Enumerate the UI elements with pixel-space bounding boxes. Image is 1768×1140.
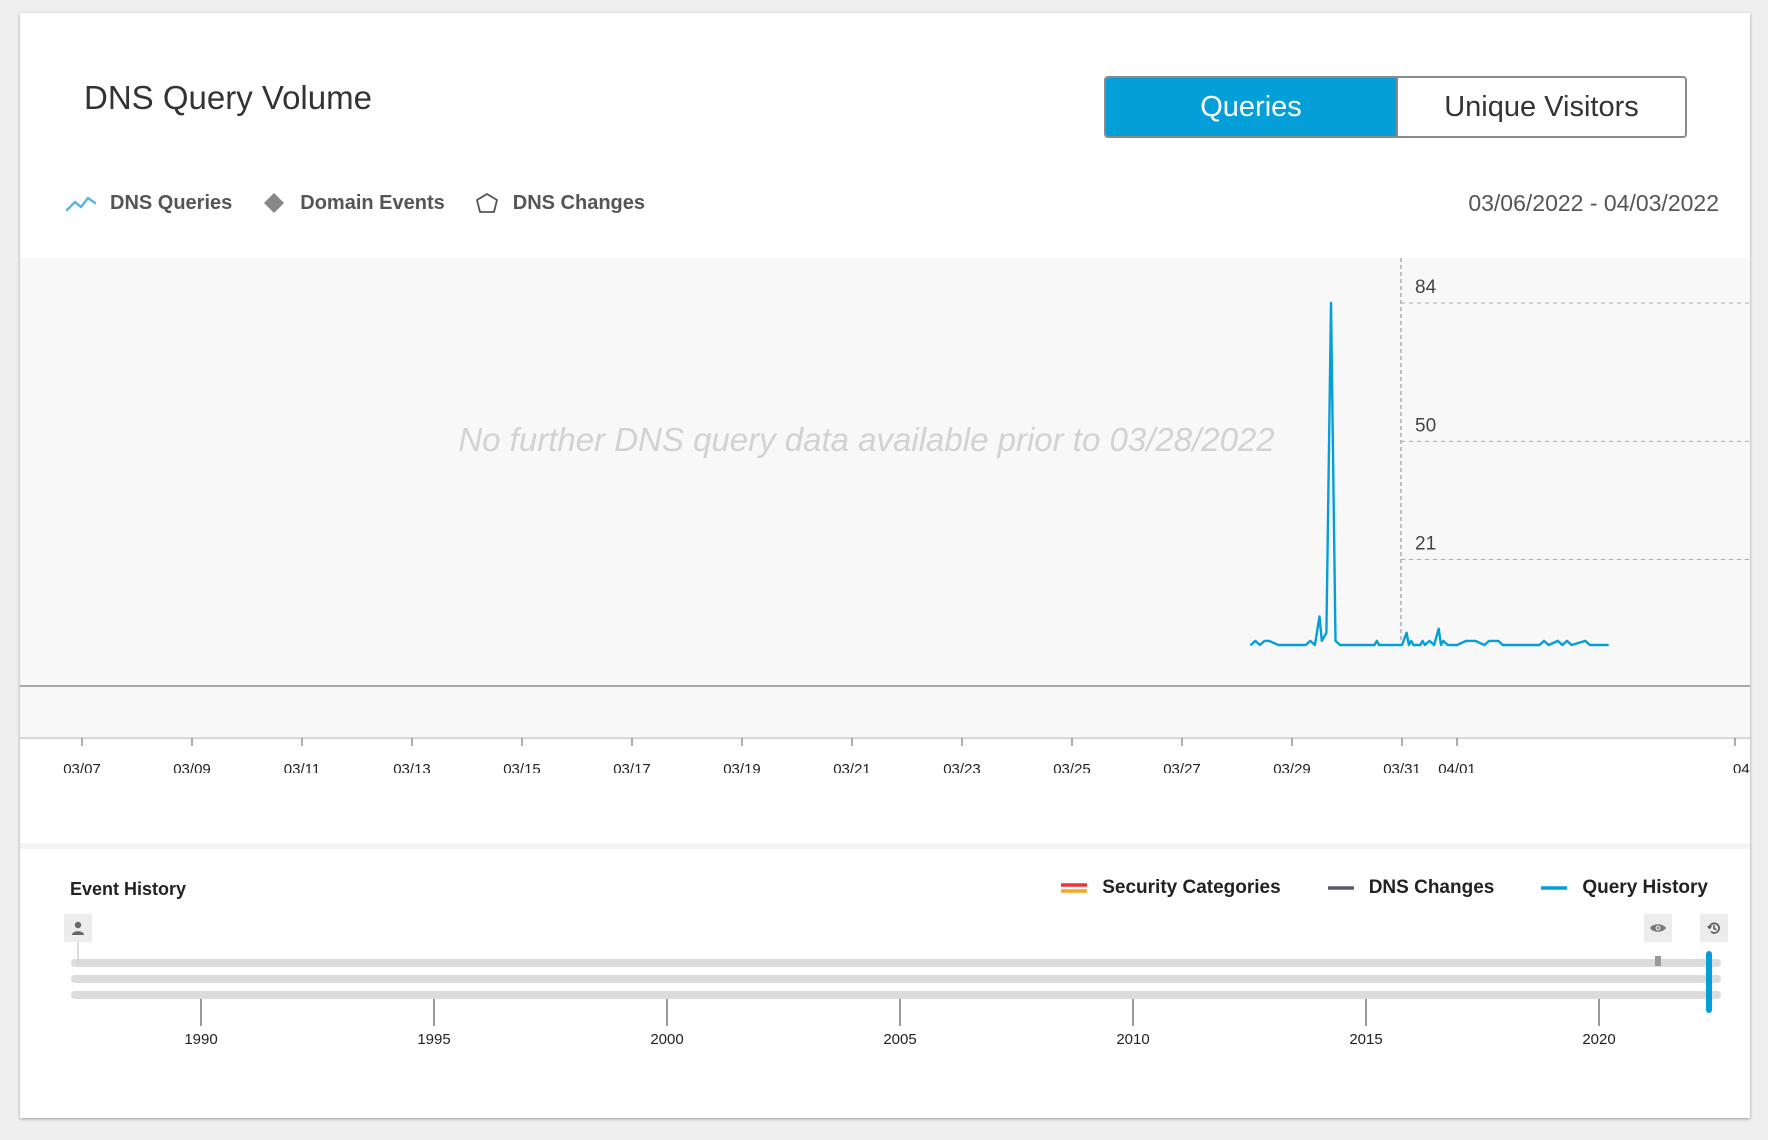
year-tick-label: 2000	[650, 1031, 683, 1048]
year-tick-label: 2020	[1582, 1031, 1615, 1048]
year-tick-label: 2015	[1349, 1031, 1382, 1048]
year-tick-label: 1990	[184, 1031, 217, 1048]
year-tick-label: 1995	[417, 1031, 450, 1048]
year-tick-label: 2010	[1116, 1031, 1149, 1048]
dns-change-marker[interactable]	[1655, 956, 1661, 966]
dns-query-volume-card: DNS Query Volume Queries Unique Visitors…	[20, 13, 1750, 1118]
year-tick-label: 2005	[883, 1031, 916, 1048]
event-history-timeline: 1990 1995 2000 2005 2010 2015 2020	[71, 942, 1721, 1048]
